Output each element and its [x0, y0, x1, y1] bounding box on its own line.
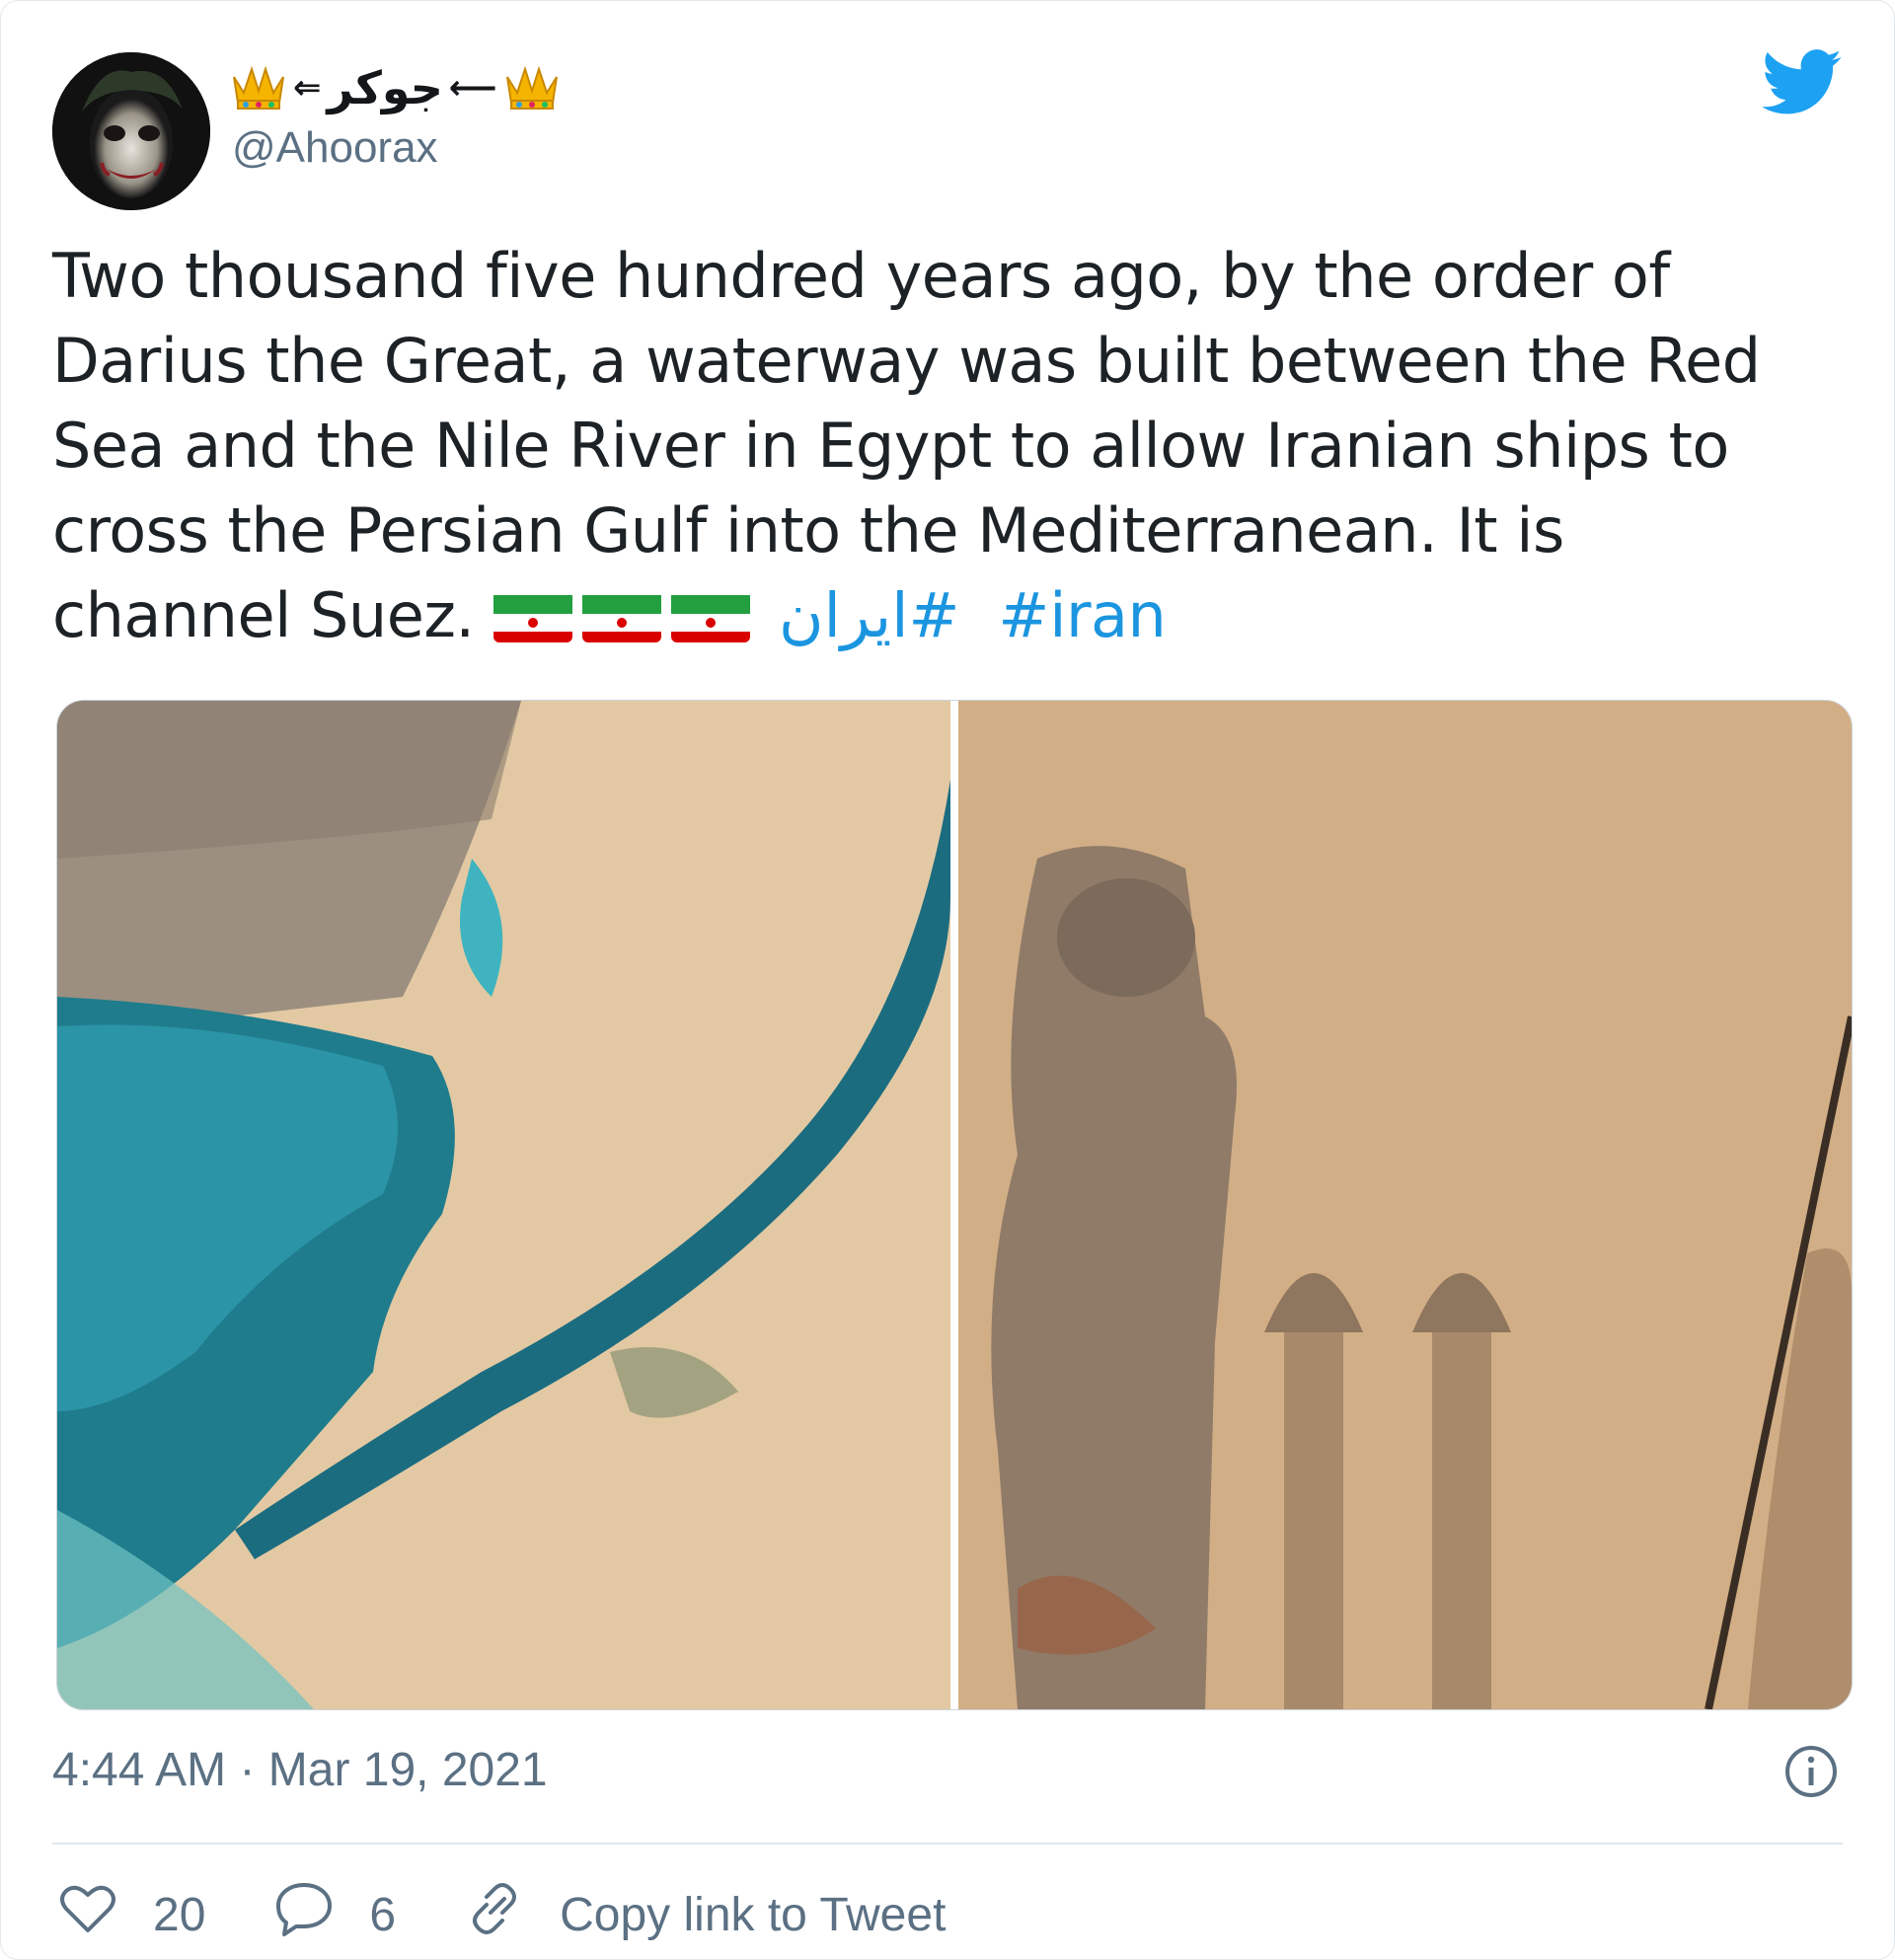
- tweet-text: Two thousand five hundred years ago, by …: [52, 234, 1829, 658]
- like-count: 20: [153, 1888, 206, 1941]
- crown-icon: [230, 63, 287, 113]
- info-icon[interactable]: [1783, 1744, 1839, 1799]
- arrow-decoration-icon: ⇐: [293, 68, 322, 108]
- relief-photo[interactable]: [958, 701, 1852, 1709]
- heart-icon: [58, 1879, 117, 1950]
- satellite-photo[interactable]: [57, 701, 950, 1709]
- joker-avatar-icon: [52, 52, 210, 210]
- user-handle[interactable]: @Ahoorax: [232, 123, 438, 173]
- aerial-image-icon: [57, 701, 950, 1709]
- copy-link-button[interactable]: Copy link to Tweet: [465, 1879, 946, 1950]
- tweet-text-line: channel Suez.: [52, 579, 475, 651]
- display-name: جوکر: [327, 61, 443, 114]
- twitter-bird-icon[interactable]: [1762, 48, 1843, 117]
- copy-link-label: Copy link to Tweet: [560, 1888, 947, 1941]
- tweet-text-last-line: channel Suez. #ایران #iran: [52, 573, 1829, 658]
- reply-count: 6: [369, 1888, 397, 1941]
- iran-flag-icon: [581, 587, 661, 642]
- crown-icon: [503, 63, 561, 113]
- tweet-card: ⇐ جوکر ⟵ @Ahoorax Two thousand five hund…: [0, 0, 1895, 1960]
- arrow-decoration-icon: ⟵: [448, 68, 497, 108]
- tweet-text-line: Darius the Great, a waterway was built b…: [52, 325, 1761, 397]
- hashtag-link[interactable]: #iran: [998, 579, 1166, 651]
- speech-bubble-icon: [274, 1879, 334, 1950]
- tweet-text-line: Two thousand five hundred years ago, by …: [52, 240, 1670, 312]
- avatar[interactable]: [52, 52, 210, 210]
- display-name-row[interactable]: ⇐ جوکر ⟵: [230, 52, 561, 123]
- reply-button[interactable]: 6: [274, 1879, 396, 1950]
- iran-flag-icon: [493, 587, 572, 642]
- tweet-text-line: Sea and the Nile River in Egypt to allow…: [52, 410, 1729, 482]
- relief-image-icon: [958, 701, 1852, 1709]
- like-button[interactable]: 20: [58, 1879, 205, 1950]
- media-grid: [56, 700, 1853, 1710]
- link-icon: [465, 1879, 524, 1950]
- tweet-actions: 20 6 Copy link to Tweet: [58, 1880, 1015, 1949]
- tweet-timestamp[interactable]: 4:44 AM · Mar 19, 2021: [52, 1743, 548, 1797]
- iran-flag-icon: [670, 587, 750, 642]
- hashtag-link[interactable]: #ایران: [779, 579, 959, 651]
- divider: [52, 1843, 1843, 1845]
- tweet-text-line: cross the Persian Gulf into the Mediterr…: [52, 494, 1564, 566]
